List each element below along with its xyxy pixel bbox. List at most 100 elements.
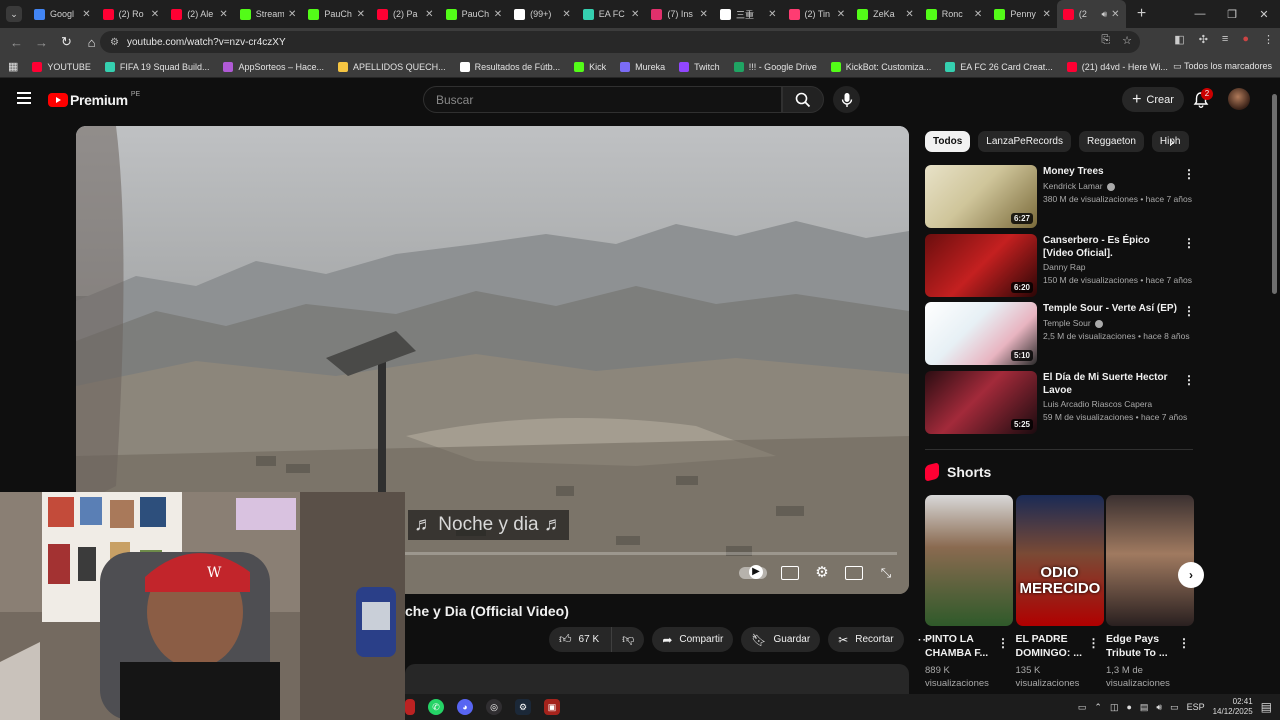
short-title[interactable]: Edge Pays Tribute To ...: [1106, 632, 1182, 660]
obs-icon[interactable]: ◎: [486, 699, 502, 715]
bookmark-star-icon[interactable]: ☆: [1122, 34, 1132, 47]
install-app-icon[interactable]: ⎘: [1101, 34, 1110, 47]
steam-icon[interactable]: ⚙: [515, 699, 531, 715]
subtitles-icon[interactable]: [781, 566, 799, 580]
more-options-icon[interactable]: ⋮: [1178, 636, 1190, 650]
shorts-next-button[interactable]: ›: [1178, 562, 1204, 588]
bookmark-item[interactable]: APELLIDOS QUECH...: [338, 61, 446, 72]
browser-tab[interactable]: (2) Tin ✕: [783, 0, 852, 28]
theater-mode-icon[interactable]: [845, 566, 863, 580]
close-tab-icon[interactable]: ✕: [357, 9, 365, 20]
back-button[interactable]: ←: [4, 35, 29, 50]
video-thumbnail[interactable]: 6:27: [925, 165, 1037, 228]
filter-chip[interactable]: Todos: [925, 131, 971, 152]
more-options-icon[interactable]: ⋮: [1183, 167, 1195, 181]
bookmark-item[interactable]: FIFA 19 Squad Build...: [104, 61, 209, 72]
chips-next-icon[interactable]: ›: [1170, 135, 1174, 149]
browser-tab[interactable]: (2) Ale ✕: [165, 0, 234, 28]
mic-tray-icon[interactable]: ●: [1126, 702, 1131, 712]
more-options-icon[interactable]: ⋮: [1183, 373, 1195, 387]
recommended-title[interactable]: Canserbero - Es Épico [Video Oficial].: [1043, 234, 1179, 260]
browser-tab[interactable]: 三重 ✕: [714, 0, 783, 28]
browser-tab[interactable]: (7) Ins ✕: [645, 0, 714, 28]
more-options-icon[interactable]: ⋮: [1088, 636, 1100, 650]
close-tab-icon[interactable]: ✕: [288, 9, 296, 20]
recommended-video[interactable]: 5:10 Temple Sour - Verte Así (EP) Temple S…: [925, 302, 1195, 366]
network-icon[interactable]: ▤: [1140, 702, 1149, 713]
bookmark-item[interactable]: Kick: [574, 61, 606, 72]
close-tab-icon[interactable]: ✕: [700, 9, 708, 20]
more-options-icon[interactable]: ⋮: [1183, 236, 1195, 250]
close-tab-icon[interactable]: ✕: [562, 9, 570, 20]
chevron-up-icon[interactable]: ⌃: [1094, 702, 1102, 713]
menu-icon[interactable]: [17, 92, 31, 104]
browser-tab[interactable]: (2) Ro ✕: [97, 0, 166, 28]
save-button[interactable]: 🔖︎ Guardar: [741, 627, 821, 652]
bookmark-item[interactable]: Resultados de Fútb...: [459, 61, 560, 72]
language-indicator[interactable]: ESP: [1187, 702, 1205, 712]
channel-name-row[interactable]: Kendrick Lamar: [1043, 181, 1115, 191]
browser-tab[interactable]: PauCh ✕: [440, 0, 509, 28]
page-scrollbar[interactable]: [1272, 94, 1277, 294]
recommended-video[interactable]: 6:20 Canserbero - Es Épico [Video Oficial…: [925, 233, 1195, 298]
bookmark-item[interactable]: KickBot: Customiza...: [830, 61, 931, 72]
bookmark-item[interactable]: Twitch: [679, 61, 720, 72]
bookmark-item[interactable]: (21) d4vd - Here Wi...: [1066, 61, 1168, 72]
more-options-icon[interactable]: ⋮: [997, 636, 1009, 650]
youtube-logo[interactable]: Premium PE: [48, 91, 140, 108]
close-tab-icon[interactable]: ✕: [905, 9, 913, 20]
like-button[interactable]: 👍︎ 67 K: [549, 627, 612, 652]
video-thumbnail[interactable]: 5:10: [925, 302, 1037, 365]
voice-search-button[interactable]: [833, 86, 860, 113]
reload-button[interactable]: ↻: [54, 34, 79, 50]
close-tab-icon[interactable]: ✕: [974, 9, 982, 20]
close-tab-icon[interactable]: ✕: [151, 9, 159, 20]
avatar[interactable]: [1228, 88, 1250, 110]
filter-chip[interactable]: Reggaeton: [1078, 131, 1144, 152]
video-thumbnail[interactable]: 6:20: [925, 233, 1037, 297]
extension-icon[interactable]: ◧: [1174, 33, 1184, 46]
browser-tab[interactable]: ZeKa ✕: [851, 0, 920, 28]
dota-icon[interactable]: ▣: [544, 699, 560, 715]
short-title[interactable]: EL PADRE DOMINGO: ...: [1016, 632, 1092, 660]
notifications-tray-icon[interactable]: ▤: [1261, 700, 1272, 714]
tab-search-button[interactable]: ⌄: [0, 0, 28, 28]
close-tab-icon[interactable]: ✕: [82, 9, 90, 20]
recommended-title[interactable]: Money Trees: [1043, 165, 1179, 178]
clock[interactable]: 02:41 14/12/2025: [1213, 697, 1253, 717]
recommended-video[interactable]: 5:25 El Día de Mi Suerte Hector Lavoe Luis…: [925, 370, 1195, 435]
display-icon[interactable]: ▭: [1078, 702, 1087, 713]
volume-icon[interactable]: 🔊︎: [1156, 702, 1162, 713]
share-button[interactable]: ➦ Compartir: [652, 627, 734, 652]
restore-button[interactable]: ❐: [1216, 8, 1248, 21]
apps-grid-icon[interactable]: ▦: [8, 60, 18, 73]
browser-tab[interactable]: (2 🔊︎ ✕: [1056, 0, 1126, 28]
url-field[interactable]: ⚙ youtube.com/watch?v=nzv-cr4czXY ⎘ ☆: [100, 31, 1140, 53]
recommended-title[interactable]: Temple Sour - Verte Así (EP): [1043, 302, 1179, 315]
minimize-button[interactable]: —: [1184, 8, 1216, 20]
new-tab-button[interactable]: +: [1130, 5, 1154, 23]
browser-tab[interactable]: EA FC ✕: [577, 0, 646, 28]
fullscreen-exit-icon[interactable]: ⤡: [877, 566, 895, 580]
short-thumbnail[interactable]: [925, 495, 1013, 626]
speaker-icon[interactable]: 🔊︎: [1101, 9, 1107, 20]
bookmark-item[interactable]: Mureka: [620, 61, 665, 72]
bookmark-item[interactable]: !!! - Google Drive: [733, 61, 817, 72]
close-tab-icon[interactable]: ✕: [631, 9, 639, 20]
autoplay-toggle[interactable]: [739, 565, 767, 579]
close-tab-icon[interactable]: ✕: [1043, 9, 1051, 20]
short-thumbnail[interactable]: ODIO MERECIDO: [1015, 495, 1104, 626]
discord-icon[interactable]: ◕: [457, 699, 473, 715]
kebab-menu-icon[interactable]: ⋮: [1263, 33, 1274, 46]
bookmark-item[interactable]: AppSorteos – Hace...: [223, 61, 324, 72]
browser-tab[interactable]: Stream ✕: [234, 0, 303, 28]
browser-tab[interactable]: (2) Pa ✕: [371, 0, 440, 28]
close-window-button[interactable]: ✕: [1248, 8, 1280, 21]
close-tab-icon[interactable]: ✕: [494, 9, 502, 20]
puzzle-icon[interactable]: ✣: [1199, 33, 1208, 46]
close-tab-icon[interactable]: ✕: [219, 9, 227, 20]
dislike-button[interactable]: 👎︎: [611, 627, 645, 652]
filter-chip[interactable]: LanzaPeRecords: [978, 131, 1071, 152]
settings-gear-icon[interactable]: ⚙: [813, 565, 831, 580]
browser-tab[interactable]: (99+) ✕: [508, 0, 577, 28]
